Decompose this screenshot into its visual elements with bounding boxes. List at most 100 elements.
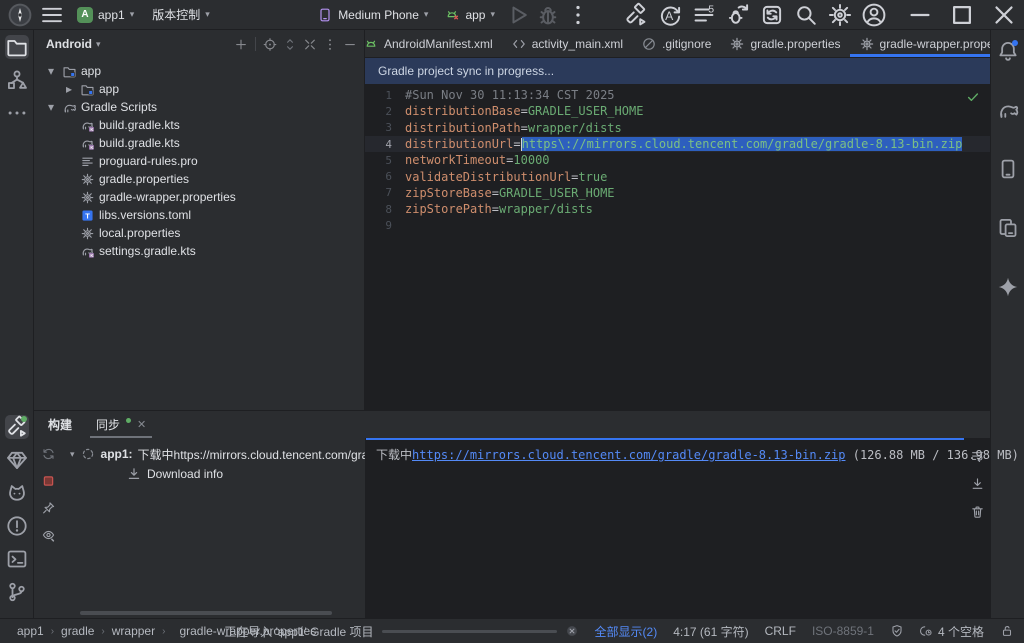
debug-restart-icon[interactable] bbox=[724, 2, 752, 28]
tree-item-settings-gradle-kts[interactable]: Ksettings.gradle.kts bbox=[34, 242, 364, 260]
maximize-button[interactable] bbox=[942, 0, 982, 30]
tree-item-gradle-wrapper-properties[interactable]: gradle-wrapper.properties bbox=[34, 188, 364, 206]
build-icon[interactable] bbox=[622, 2, 650, 28]
code-line-6[interactable]: 6validateDistributionUrl=true bbox=[365, 168, 990, 184]
tree-item-label: local.properties bbox=[99, 226, 180, 240]
tree-item-app[interactable]: ▾app bbox=[34, 62, 364, 80]
tab-activity-main-xml[interactable]: activity_main.xml bbox=[502, 30, 632, 57]
vcs-menu[interactable]: 版本控制 ▾ bbox=[145, 3, 217, 26]
gradle-icon[interactable] bbox=[996, 98, 1020, 122]
code-line-3[interactable]: 3distributionPath=wrapper/dists bbox=[365, 120, 990, 136]
tree-item-gradle-properties[interactable]: gradle.properties bbox=[34, 170, 364, 188]
minimize-button[interactable] bbox=[900, 0, 940, 30]
horizontal-scrollbar[interactable] bbox=[80, 611, 332, 615]
tree-item-local-properties[interactable]: local.properties bbox=[34, 224, 364, 242]
main-menu-icon[interactable] bbox=[38, 2, 66, 28]
account-icon[interactable] bbox=[860, 2, 888, 28]
scroll-updown-icon[interactable] bbox=[282, 37, 298, 52]
logcat-icon[interactable] bbox=[5, 481, 29, 505]
breadcrumb-item[interactable]: wrapper bbox=[112, 624, 155, 638]
tab--gitignore[interactable]: .gitignore bbox=[632, 30, 720, 57]
project-selector[interactable]: A app1 ▾ bbox=[70, 4, 141, 26]
gradle-sync-icon[interactable] bbox=[758, 2, 786, 28]
tree-item-build-gradle-kts[interactable]: Kbuild.gradle.kts bbox=[34, 116, 364, 134]
rerun-icon[interactable] bbox=[41, 446, 56, 462]
app-quality-insights-icon[interactable] bbox=[5, 448, 29, 472]
caret-position-widget[interactable]: 4:17 (61 字符) bbox=[673, 623, 748, 640]
filter-icon[interactable] bbox=[41, 527, 56, 543]
project-view-selector[interactable]: Android bbox=[46, 37, 92, 51]
code-editor[interactable]: 1#Sun Nov 30 11:13:34 CST 20252distribut… bbox=[365, 84, 990, 410]
add-icon[interactable] bbox=[233, 37, 249, 52]
hide-icon[interactable] bbox=[342, 37, 358, 52]
unlock-icon[interactable] bbox=[1000, 624, 1014, 638]
debug-button[interactable] bbox=[534, 2, 562, 28]
clear-icon[interactable] bbox=[970, 504, 985, 520]
android-head-icon bbox=[444, 7, 460, 23]
tree-expander-icon[interactable]: ▾ bbox=[44, 100, 58, 114]
indent-widget[interactable]: 4 个空格 bbox=[920, 623, 984, 640]
tab-label: AndroidManifest.xml bbox=[384, 37, 493, 51]
options-icon[interactable] bbox=[322, 37, 338, 52]
cancel-progress-icon[interactable] bbox=[565, 624, 579, 638]
tab-label: gradle-wrapper.properties bbox=[880, 37, 990, 51]
inspections-icon[interactable] bbox=[890, 624, 904, 638]
build-icon[interactable] bbox=[5, 415, 29, 439]
encoding-widget[interactable]: ISO-8859-1 bbox=[812, 624, 874, 638]
tree-expander-icon[interactable]: ▾ bbox=[44, 64, 58, 78]
code-line-1[interactable]: 1#Sun Nov 30 11:13:34 CST 2025 bbox=[365, 87, 990, 103]
pin-icon[interactable] bbox=[41, 500, 56, 516]
build-tree-child[interactable]: Download info bbox=[62, 464, 365, 484]
gear-file-icon bbox=[80, 172, 95, 187]
search-icon[interactable] bbox=[792, 2, 820, 28]
collapse-all-icon[interactable] bbox=[302, 37, 318, 52]
code-line-4[interactable]: 4distributionUrl=https\://mirrors.cloud.… bbox=[365, 136, 990, 152]
build-tree-node[interactable]: ▾ app1: 下载中https://mirrors.cloud.tencent… bbox=[62, 444, 365, 464]
scroll-to-end-icon[interactable] bbox=[970, 476, 985, 492]
show-all-link[interactable]: 全部显示(2) bbox=[595, 623, 658, 640]
code-line-5[interactable]: 5networkTimeout=10000 bbox=[365, 152, 990, 168]
build-console[interactable]: 下载中https://mirrors.cloud.tencent.com/gra… bbox=[366, 438, 964, 618]
terminal-icon[interactable] bbox=[5, 547, 29, 571]
close-icon[interactable]: ✕ bbox=[137, 418, 146, 431]
tree-item-proguard-rules-pro[interactable]: proguard-rules.pro bbox=[34, 152, 364, 170]
tab-gradle-wrapper-properties[interactable]: gradle-wrapper.properties✕ bbox=[850, 30, 990, 57]
problems-icon[interactable] bbox=[5, 514, 29, 538]
tree-item-app[interactable]: ▸app bbox=[34, 80, 364, 98]
inspection-ok-icon[interactable] bbox=[966, 90, 980, 104]
version-control-icon[interactable] bbox=[5, 580, 29, 604]
locate-icon[interactable] bbox=[262, 37, 278, 52]
tree-item-libs-versions-toml[interactable]: Tlibs.versions.toml bbox=[34, 206, 364, 224]
resource-manager-icon[interactable] bbox=[5, 68, 29, 92]
notifications-icon[interactable] bbox=[996, 39, 1020, 63]
project-folder-icon[interactable] bbox=[5, 35, 29, 59]
code-line-9[interactable]: 9 bbox=[365, 217, 990, 233]
device-selector[interactable]: Medium Phone ▾ bbox=[310, 4, 435, 26]
tab-androidmanifest-xml[interactable]: AndroidManifest.xml bbox=[365, 30, 502, 57]
console-download-link[interactable]: https://mirrors.cloud.tencent.com/gradle… bbox=[412, 448, 845, 462]
sync-tab[interactable]: 同步 ✕ bbox=[92, 411, 150, 438]
running-devices-icon[interactable] bbox=[996, 157, 1020, 181]
todo-list-icon[interactable]: 5 bbox=[690, 2, 718, 28]
more-actions-icon[interactable] bbox=[564, 2, 592, 28]
code-line-2[interactable]: 2distributionBase=GRADLE_USER_HOME bbox=[365, 103, 990, 119]
run-button[interactable] bbox=[504, 2, 532, 28]
gemini-icon[interactable] bbox=[996, 275, 1020, 299]
ai-apply-changes-icon[interactable]: A bbox=[656, 2, 684, 28]
run-configuration-selector[interactable]: app ▾ bbox=[437, 4, 502, 26]
line-ending-widget[interactable]: CRLF bbox=[765, 624, 796, 638]
settings-icon[interactable] bbox=[826, 2, 854, 28]
tree-item-build-gradle-kts[interactable]: Kbuild.gradle.kts bbox=[34, 134, 364, 152]
tree-expander-icon[interactable]: ▸ bbox=[62, 82, 76, 96]
code-line-8[interactable]: 8zipStorePath=wrapper/dists bbox=[365, 201, 990, 217]
stop-icon[interactable] bbox=[41, 473, 56, 489]
breadcrumb-item[interactable]: app1 bbox=[17, 624, 44, 638]
close-button[interactable] bbox=[984, 0, 1024, 30]
tree-item-gradle-scripts[interactable]: ▾Gradle Scripts bbox=[34, 98, 364, 116]
more-tools-icon[interactable] bbox=[5, 101, 29, 125]
breadcrumb-item[interactable]: gradle bbox=[61, 624, 94, 638]
code-line-7[interactable]: 7zipStoreBase=GRADLE_USER_HOME bbox=[365, 185, 990, 201]
tab-gradle-properties[interactable]: gradle.properties bbox=[720, 30, 849, 57]
line-number: 7 bbox=[365, 186, 405, 199]
device-manager-icon[interactable] bbox=[996, 216, 1020, 240]
